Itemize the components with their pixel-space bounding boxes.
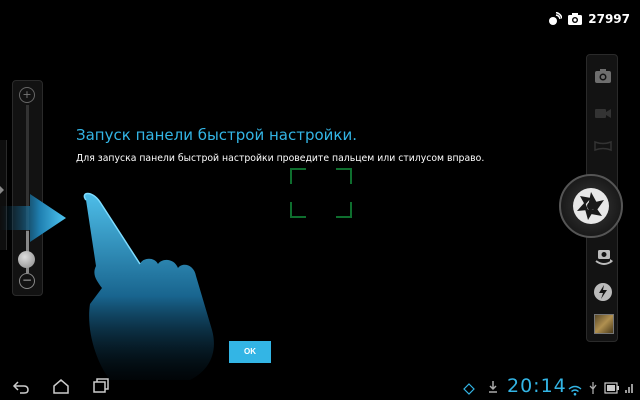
camera-mode-icon bbox=[548, 12, 563, 26]
video-camera-icon[interactable] bbox=[593, 105, 613, 125]
photo-count: 27997 bbox=[588, 12, 630, 26]
focus-bracket-tl bbox=[290, 168, 306, 184]
status-area: 27997 bbox=[548, 12, 630, 26]
hand-icon bbox=[83, 192, 214, 380]
usb-icon bbox=[588, 380, 598, 399]
back-icon[interactable] bbox=[12, 379, 30, 398]
shutter-icon bbox=[573, 188, 609, 224]
swipe-right-arrow-icon bbox=[0, 194, 66, 242]
wifi-icon bbox=[568, 381, 582, 400]
focus-bracket-br bbox=[336, 202, 352, 218]
home-icon[interactable] bbox=[52, 378, 70, 398]
asus-diamond-icon[interactable] bbox=[463, 380, 475, 399]
focus-bracket-tr bbox=[336, 168, 352, 184]
zoom-in-button[interactable]: + bbox=[19, 87, 35, 103]
gallery-thumbnail[interactable] bbox=[594, 314, 614, 334]
battery-icon bbox=[604, 380, 622, 399]
ok-button[interactable]: OK bbox=[229, 341, 271, 363]
recent-apps-icon[interactable] bbox=[92, 378, 110, 398]
tutorial-description: Для запуска панели быстрой настройки про… bbox=[76, 153, 485, 164]
flash-icon[interactable] bbox=[593, 282, 613, 302]
camera-icon bbox=[568, 13, 583, 25]
download-icon[interactable] bbox=[488, 379, 498, 398]
panorama-icon[interactable] bbox=[593, 138, 613, 158]
switch-camera-icon[interactable] bbox=[593, 248, 613, 268]
clock: 20:14 bbox=[507, 375, 567, 397]
still-camera-icon[interactable] bbox=[593, 68, 613, 88]
tutorial-title: Запуск панели быстрой настройки. bbox=[76, 126, 358, 144]
signal-icon bbox=[624, 380, 636, 399]
focus-bracket-bl bbox=[290, 202, 306, 218]
swipe-gesture-illustration bbox=[0, 192, 214, 380]
shutter-button[interactable] bbox=[559, 174, 623, 238]
